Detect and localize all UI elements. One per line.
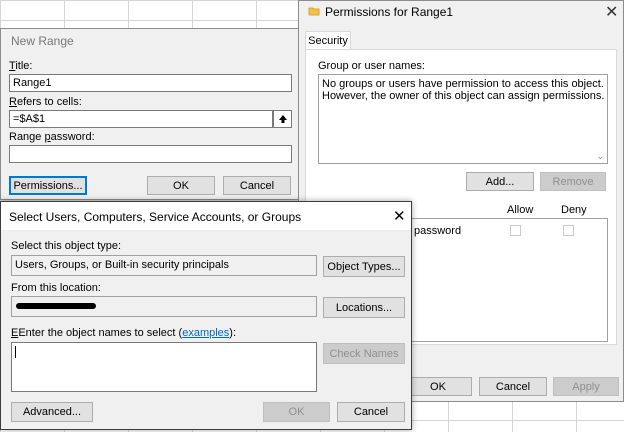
location-field [11,296,317,317]
deny-checkbox[interactable] [563,225,574,236]
password-label: Range password: [9,131,95,143]
text-cursor [15,346,16,358]
remove-button[interactable]: Remove [540,172,606,191]
location-label: From this location: [11,282,101,294]
title-label: Title: [9,60,33,72]
permissions-title: Permissions for Range1 [325,5,454,19]
allow-checkbox[interactable] [510,225,521,236]
deny-column-header: Deny [561,204,587,216]
object-type-field: Users, Groups, or Built-in security prin… [11,255,317,276]
select-users-titlebar: Select Users, Computers, Service Account… [1,202,411,230]
tab-security[interactable]: Security [305,31,351,50]
new-range-cancel-button[interactable]: Cancel [223,176,291,195]
object-types-button[interactable]: Object Types... [323,256,405,277]
collapse-arrow-icon [278,115,287,123]
locations-button[interactable]: Locations... [323,297,405,318]
redacted-location [16,303,96,309]
enter-names-label: EEnter the object names to select (examp… [11,327,237,339]
new-range-title: New Range [11,34,74,48]
group-list[interactable]: No groups or users have permission to ac… [318,74,608,164]
permissions-cancel-button[interactable]: Cancel [479,377,547,396]
group-message-line2: However, the owner of this object can as… [322,90,605,102]
scroll-down-icon[interactable]: ⌄ [596,151,604,162]
examples-link[interactable]: examples [182,327,229,339]
enter-names-label-text: Enter the object names to select ( [18,327,183,339]
add-button[interactable]: Add... [466,172,534,191]
title-input[interactable]: Range1 [9,74,292,92]
new-range-dialog: New Range Title: Range1 Refers to cells:… [0,28,299,200]
select-users-dialog: Select Users, Computers, Service Account… [0,201,412,430]
tab-security-label: Security [308,35,348,47]
select-users-ok-button[interactable]: OK [263,402,330,422]
refers-input[interactable]: =$A$1 [9,110,273,128]
group-label: Group or user names: [318,60,425,72]
permission-row-label: password [414,225,462,237]
permissions-ok-button[interactable]: OK [404,377,472,396]
refers-label: Refers to cells: [9,96,82,108]
object-type-label: Select this object type: [11,240,122,252]
collapse-dialog-button[interactable] [273,110,292,128]
password-input[interactable] [9,145,292,163]
select-users-title: Select Users, Computers, Service Account… [9,210,302,224]
permissions-button[interactable]: Permissions... [9,176,87,195]
check-names-button[interactable]: Check Names [323,343,405,364]
advanced-button[interactable]: Advanced... [11,402,93,422]
enter-names-label-end: ): [229,327,237,339]
apply-button[interactable]: Apply [553,377,619,396]
select-users-cancel-button[interactable]: Cancel [337,402,405,422]
object-names-input[interactable] [11,342,317,392]
close-icon[interactable]: ✕ [605,2,618,22]
folder-icon [308,7,320,16]
close-icon[interactable]: ✕ [393,207,406,225]
new-range-ok-button[interactable]: OK [147,176,215,195]
allow-column-header: Allow [507,204,534,216]
